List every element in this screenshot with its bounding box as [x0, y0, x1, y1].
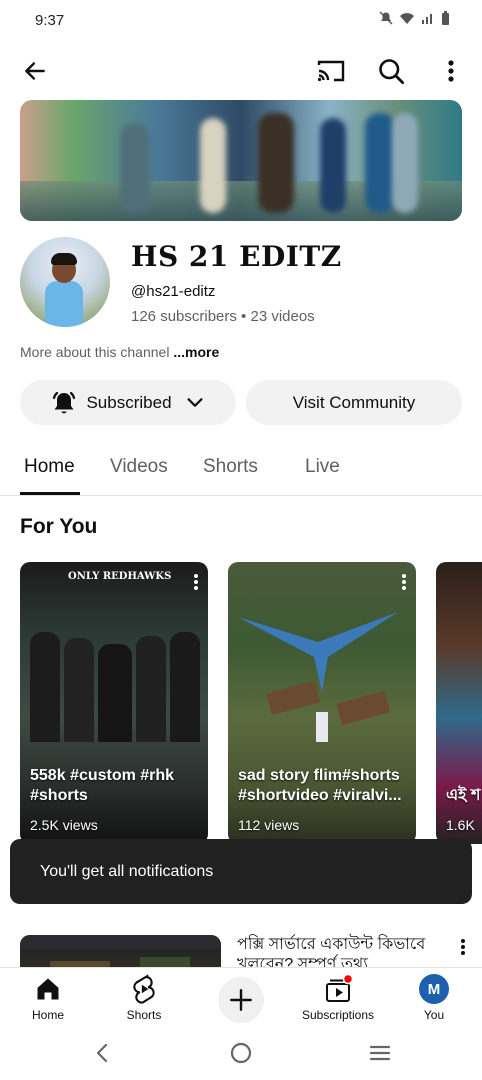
short-views: 112 views	[238, 817, 300, 833]
short-card[interactable]: sad story flim#shorts #shortvideo #viral…	[228, 562, 416, 844]
search-button[interactable]	[368, 48, 414, 94]
battery-icon	[442, 11, 449, 25]
short-menu-icon[interactable]	[194, 574, 198, 592]
short-title: 558k #custom #rhk #shorts	[30, 767, 175, 804]
system-home-button[interactable]	[229, 1041, 253, 1070]
tab-live[interactable]: Live	[305, 456, 340, 478]
system-recents-button[interactable]	[368, 1041, 392, 1070]
signal-icon	[422, 14, 432, 24]
nav-shorts-label: Shorts	[126, 1008, 162, 1022]
arrow-left-icon	[25, 62, 45, 80]
short-views: 1.6K	[446, 817, 475, 833]
tab-home[interactable]: Home	[24, 456, 75, 478]
home-icon	[37, 978, 59, 1000]
video-menu-icon[interactable]	[461, 939, 465, 955]
nav-you-label: You	[423, 1008, 445, 1022]
nav-subscriptions-label: Subscriptions	[301, 1008, 375, 1022]
channel-banner	[20, 100, 462, 221]
more-link[interactable]: ...more	[173, 344, 219, 360]
tab-videos[interactable]: Videos	[110, 456, 168, 478]
shorts-icon	[133, 974, 155, 1004]
subscriptions-icon	[326, 974, 353, 1002]
active-tab-indicator	[20, 492, 80, 495]
subscribed-label: Subscribed	[86, 392, 172, 412]
subscribed-button[interactable]: Subscribed	[20, 380, 236, 425]
status-icons	[379, 11, 450, 25]
short-views: 2.5K views	[30, 817, 98, 833]
cast-icon	[317, 60, 345, 82]
status-bar: 9:37	[0, 0, 482, 40]
chevron-down-icon	[187, 397, 203, 407]
tab-shorts[interactable]: Shorts	[203, 456, 258, 478]
short-menu-icon[interactable]	[402, 574, 406, 592]
section-title: For You	[20, 515, 98, 538]
system-navigation-bar	[0, 1027, 482, 1080]
visit-community-button[interactable]: Visit Community	[246, 380, 462, 425]
nav-subscriptions[interactable]: Subscriptions	[290, 974, 386, 1022]
more-options-button[interactable]	[428, 48, 474, 94]
channel-avatar[interactable]	[20, 237, 110, 327]
short-title: এই শ দুইটা	[446, 787, 482, 804]
short-overlay-text: ONLY REDHAWKS	[68, 571, 172, 582]
game-scene-icon	[238, 612, 398, 742]
short-title: sad story flim#shorts #shortvideo #viral…	[238, 767, 402, 804]
circle-home-icon	[230, 1042, 252, 1064]
visit-community-label: Visit Community	[292, 392, 416, 412]
short-card[interactable]: ONLY REDHAWKS 558k #custom #rhk #shorts …	[20, 562, 208, 844]
about-channel-link[interactable]: More about this channel ...more	[20, 344, 219, 360]
cast-button[interactable]	[308, 48, 354, 94]
plus-icon	[230, 989, 252, 1011]
nav-shorts[interactable]: Shorts	[96, 974, 192, 1022]
short-card[interactable]: এই শ দুইটা 1.6K	[436, 562, 482, 844]
account-avatar: M	[419, 974, 449, 1004]
wifi-icon	[400, 13, 414, 24]
channel-tabs: Home Videos Shorts Live	[0, 440, 482, 496]
top-app-bar	[0, 48, 482, 94]
notification-toast: You'll get all notifications	[10, 839, 472, 904]
channel-name: HS 21 EDITZ	[131, 240, 342, 273]
create-button[interactable]	[218, 977, 264, 1023]
bottom-navigation: Home Shorts Subscriptions M You	[0, 967, 482, 1027]
recents-icon	[369, 1045, 391, 1061]
kebab-menu-icon	[448, 60, 454, 82]
nav-home[interactable]: Home	[0, 974, 96, 1022]
nav-home-label: Home	[31, 1008, 64, 1022]
back-button[interactable]	[12, 48, 58, 94]
search-icon	[379, 59, 405, 85]
chevron-left-icon	[96, 1043, 108, 1063]
bell-ringing-icon	[53, 391, 76, 413]
channel-stats: 126 subscribers • 23 videos	[131, 308, 315, 325]
channel-handle: @hs21-editz	[131, 283, 216, 300]
video-list-item[interactable]: পক্সি সার্ভারে একাউন্ট কিভাবে খুলবেন? সম…	[0, 915, 482, 985]
mute-icon	[379, 11, 393, 25]
status-time: 9:37	[35, 12, 65, 29]
about-text: More about this channel	[20, 344, 170, 360]
nav-you[interactable]: M You	[386, 974, 482, 1022]
system-back-button[interactable]	[92, 1041, 112, 1070]
